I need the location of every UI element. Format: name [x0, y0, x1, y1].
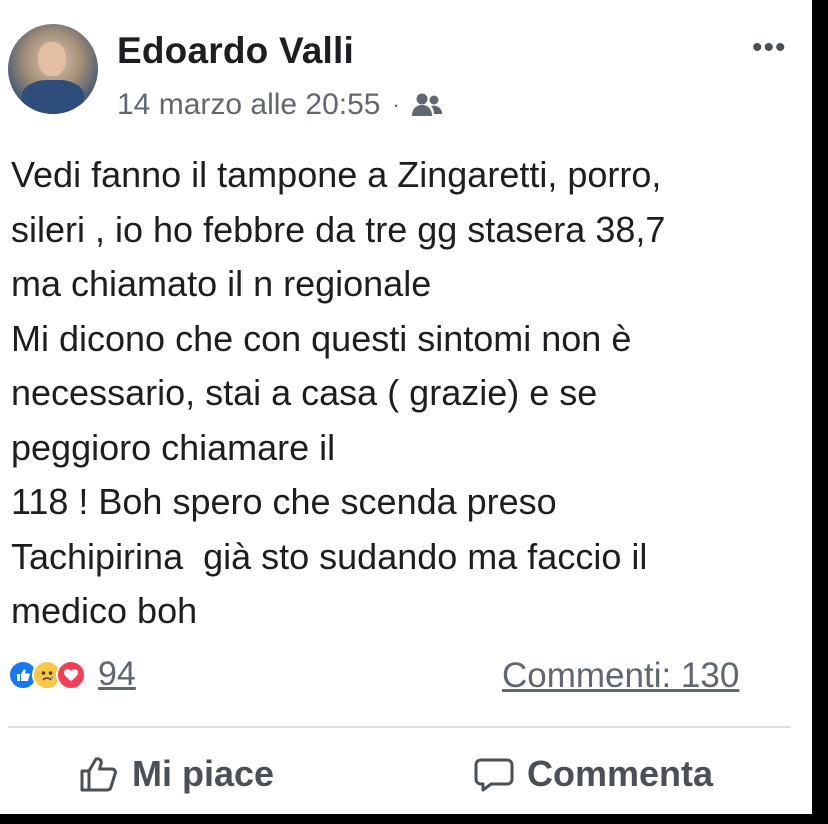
- post-text-line: Vedi fanno il tampone a Zingaretti, porr…: [11, 154, 662, 195]
- post-text-line: Mi dicono che con questi sintomi non è: [11, 317, 632, 359]
- post-text-line: 118 ! Boh spero che scenda preso: [11, 481, 557, 522]
- post-meta: 14 marzo alle 20:55 ·: [117, 88, 444, 122]
- author-name[interactable]: Edoardo Valli: [117, 30, 354, 72]
- actions-divider: [8, 726, 790, 728]
- love-reaction-icon: [56, 659, 86, 690]
- friends-icon: [411, 93, 442, 116]
- more-options-icon[interactable]: •••: [752, 33, 787, 63]
- facebook-post-card: Edoardo Valli 14 marzo alle 20:55 · ••• …: [0, 0, 812, 814]
- reaction-count[interactable]: 94: [98, 655, 136, 694]
- comment-button-label: Commenta: [527, 753, 714, 794]
- comment-icon: [474, 758, 514, 792]
- avatar-shirt: [22, 80, 84, 114]
- post-text: Vedi fanno il tampone a Zingaretti, porr…: [11, 148, 801, 639]
- meta-separator: ·: [392, 92, 400, 117]
- reactions-summary[interactable]: 94: [8, 655, 136, 694]
- comments-count[interactable]: Commenti: 130: [502, 656, 739, 696]
- like-button-label: Mi piace: [132, 753, 275, 794]
- post-text-line: ma chiamato il n regionale: [11, 263, 432, 304]
- post-timestamp[interactable]: 14 marzo alle 20:55: [117, 88, 381, 122]
- author-avatar[interactable]: [8, 24, 98, 114]
- like-button[interactable]: Mi piace: [78, 753, 274, 795]
- post-text-line: necessario, stai a casa ( grazie) e se: [11, 372, 598, 413]
- avatar-face: [38, 42, 66, 76]
- post-text-line: medico boh: [11, 590, 198, 631]
- post-text-line: Tachipirina già sto sudando ma faccio il: [11, 535, 648, 577]
- post-text-line: sileri , io ho febbre da tre gg stasera …: [11, 208, 666, 250]
- thumbs-up-icon: [80, 757, 117, 792]
- post-text-line: peggioro chiamare il: [11, 426, 336, 468]
- comment-button[interactable]: Commenta: [473, 753, 713, 795]
